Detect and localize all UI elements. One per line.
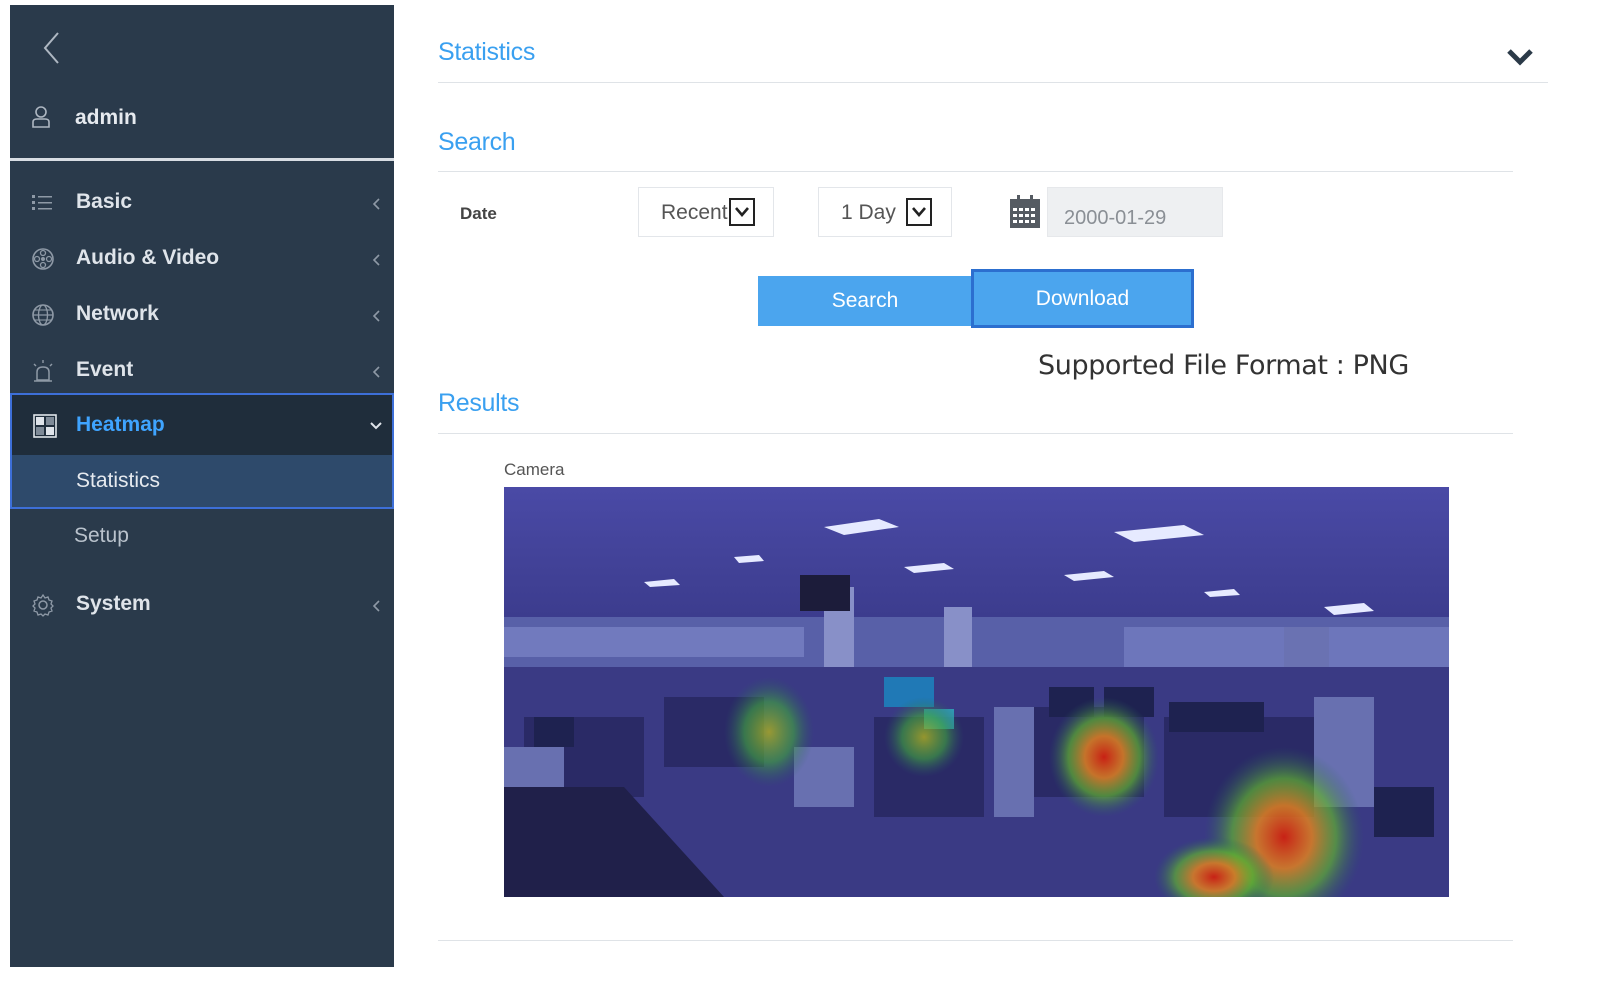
sidebar-item-label: Event xyxy=(76,358,134,381)
divider xyxy=(438,171,1513,172)
sidebar-item-label: Heatmap xyxy=(76,413,165,436)
globe-icon xyxy=(30,302,56,328)
calendar-icon[interactable] xyxy=(1008,194,1042,230)
chevron-left-icon xyxy=(370,251,382,269)
sidebar-subitem-setup[interactable]: Setup xyxy=(10,510,394,564)
list-icon xyxy=(30,190,56,216)
film-reel-icon xyxy=(30,246,56,272)
sidebar-subitem-label: Setup xyxy=(74,524,129,547)
alarm-icon xyxy=(30,358,56,384)
sidebar-item-label: Network xyxy=(76,302,159,325)
main-content: Statistics Search Date Recent 1 Day Sear… xyxy=(394,0,1602,988)
user-row[interactable]: admin xyxy=(10,97,394,137)
date-field[interactable] xyxy=(1047,187,1223,237)
heatmap-icon xyxy=(32,413,58,439)
range-select[interactable]: 1 Day xyxy=(818,187,952,237)
results-section-title: Results xyxy=(438,389,520,417)
sidebar-item-system[interactable]: System xyxy=(10,579,394,633)
chevron-down-icon xyxy=(368,419,384,437)
chevron-left-icon xyxy=(370,597,382,615)
heatmap-image xyxy=(504,487,1449,897)
chevron-left-icon xyxy=(370,363,382,381)
page-title: Statistics xyxy=(438,38,536,66)
period-select-value: Recent xyxy=(661,201,728,224)
sidebar-item-event[interactable]: Event xyxy=(10,345,394,399)
sidebar-item-basic[interactable]: Basic xyxy=(10,177,394,231)
chevron-down-icon[interactable] xyxy=(1502,42,1538,72)
camera-label: Camera xyxy=(504,460,565,479)
download-button[interactable]: Download xyxy=(971,269,1194,328)
user-icon xyxy=(30,105,52,129)
gear-icon xyxy=(30,592,56,618)
dropdown-arrow-icon xyxy=(906,198,932,226)
sidebar-item-network[interactable]: Network xyxy=(10,289,394,343)
sidebar-item-audio-video[interactable]: Audio & Video xyxy=(10,233,394,287)
range-select-value: 1 Day xyxy=(841,201,896,224)
sidebar-item-label: Basic xyxy=(76,190,133,213)
format-note: Supported File Format : PNG xyxy=(1038,350,1409,381)
sidebar: admin Basic Audio & Video Network Event xyxy=(10,5,394,967)
back-icon[interactable] xyxy=(38,27,68,67)
sidebar-item-heatmap[interactable]: Heatmap xyxy=(10,393,394,455)
divider xyxy=(438,433,1513,434)
sidebar-item-label: System xyxy=(76,592,151,615)
user-name: admin xyxy=(75,106,137,129)
date-label: Date xyxy=(460,204,497,223)
sidebar-subitem-statistics[interactable]: Statistics xyxy=(10,455,394,509)
search-button[interactable]: Search xyxy=(758,276,972,326)
user-divider xyxy=(10,158,394,161)
dropdown-arrow-icon xyxy=(729,198,755,226)
sidebar-item-label: Audio & Video xyxy=(76,246,220,269)
chevron-left-icon xyxy=(370,195,382,213)
search-section-title: Search xyxy=(438,128,516,156)
sidebar-subitem-label: Statistics xyxy=(76,469,161,492)
period-select[interactable]: Recent xyxy=(638,187,774,237)
divider xyxy=(438,940,1513,941)
divider xyxy=(438,82,1548,83)
chevron-left-icon xyxy=(370,307,382,325)
